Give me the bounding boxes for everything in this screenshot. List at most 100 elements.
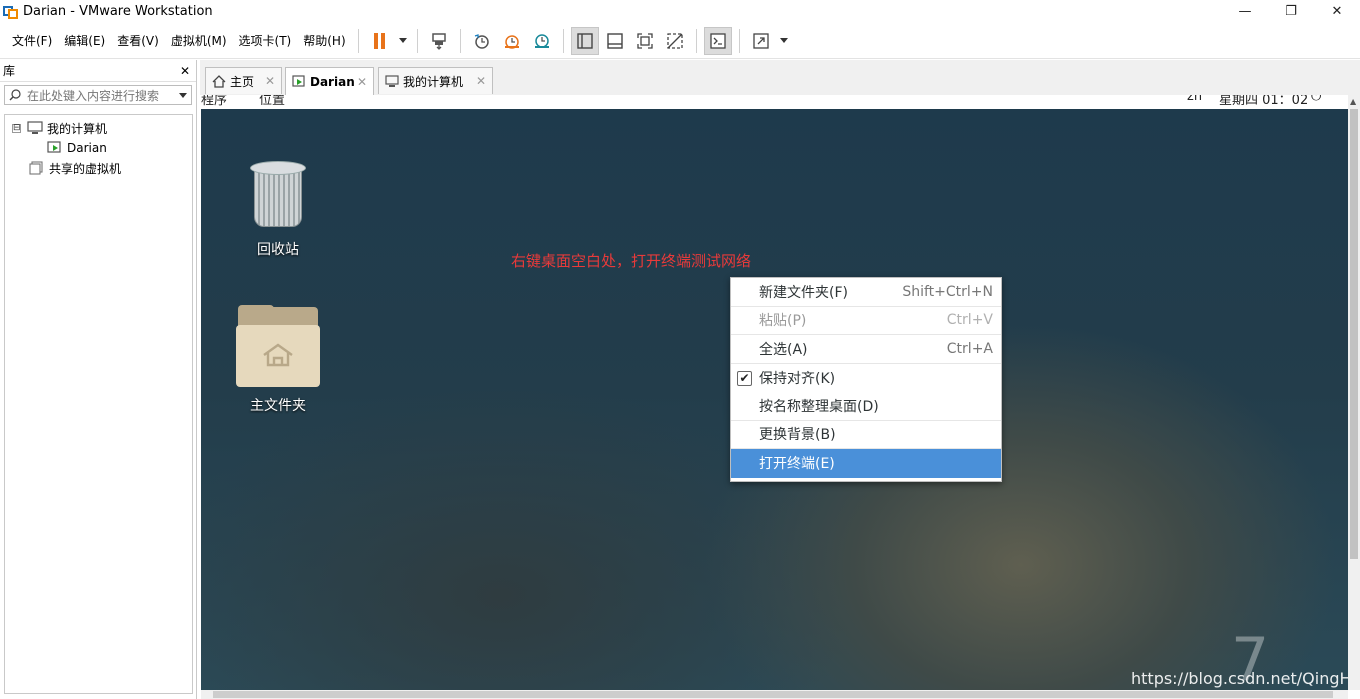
ctx-keep-aligned[interactable]: ✔ 保持对齐(K)	[731, 364, 1001, 393]
running-vm-icon	[47, 141, 61, 153]
computer-icon	[385, 74, 399, 87]
guest-clock[interactable]: 星期四 01：02	[1219, 95, 1308, 108]
tab-darian[interactable]: Darian ✕	[285, 67, 374, 95]
thumbnail-bar-button[interactable]	[601, 27, 629, 55]
menu-help[interactable]: 帮助(H)	[297, 23, 351, 59]
vm-display[interactable]: 程序 位置 zh 星期四 01：02 ⏻ 回收站 主文件夹 右键桌面空白处，打开…	[201, 95, 1348, 690]
desktop-icon-label: 回收站	[257, 242, 299, 258]
home-icon	[212, 74, 226, 88]
toolbar-separator	[738, 28, 740, 53]
tree-item-shared-vms[interactable]: 共享的虚拟机	[5, 158, 192, 178]
guest-apps-menu[interactable]: 程序	[201, 95, 227, 108]
ctx-label: 打开终端(E)	[759, 456, 835, 473]
scrollbar-thumb[interactable]	[1350, 109, 1358, 559]
ctx-organize-by-name[interactable]: 按名称整理桌面(D)	[731, 392, 1001, 421]
tree-label: 共享的虚拟机	[49, 161, 122, 176]
menu-file[interactable]: 文件(F)	[6, 23, 58, 59]
tab-label: 我的计算机	[403, 74, 464, 89]
ctx-label: 新建文件夹(F)	[759, 284, 848, 301]
close-button[interactable]: ✕	[1314, 0, 1360, 23]
toolbar-separator	[459, 28, 461, 53]
tab-close-icon[interactable]: ✕	[265, 74, 275, 88]
ctx-label: 更换背景(B)	[759, 427, 836, 444]
title-bar: Darian - VMware Workstation — ❐ ✕	[0, 0, 1360, 23]
console-icon	[709, 32, 726, 49]
checkbox-checked-icon[interactable]: ✔	[737, 370, 752, 386]
tab-my-computer[interactable]: 我的计算机 ✕	[378, 67, 493, 94]
ctx-open-terminal[interactable]: 打开终端(E)	[731, 449, 1001, 478]
ctx-label: 全选(A)	[759, 341, 808, 358]
search-placeholder: 在此处键入内容进行搜索	[27, 88, 160, 103]
show-library-button[interactable]	[570, 26, 599, 55]
menu-view[interactable]: 查看(V)	[111, 23, 165, 59]
ctx-label: 保持对齐(K)	[759, 370, 836, 387]
minimize-button[interactable]: —	[1222, 0, 1268, 23]
vmware-logo-icon	[3, 4, 19, 20]
ctx-select-all[interactable]: 全选(A) Ctrl+A	[731, 335, 1001, 364]
unity-icon	[666, 32, 683, 49]
collapse-icon[interactable]: ⊟	[12, 123, 21, 133]
chevron-down-icon[interactable]	[179, 92, 187, 98]
toolbar-separator	[562, 28, 564, 53]
menu-edit[interactable]: 编辑(E)	[58, 23, 111, 59]
scrollbar-thumb[interactable]	[213, 691, 1333, 698]
scroll-up-icon[interactable]: ▲	[1350, 97, 1356, 106]
library-panel: 库 ✕ 在此处键入内容进行搜索 ⊟ 我的计算机 Darian 共享的虚拟机	[0, 60, 197, 699]
library-search-input[interactable]: 在此处键入内容进行搜索	[4, 85, 192, 105]
stretch-icon	[752, 32, 769, 49]
tab-close-icon[interactable]: ✕	[357, 75, 367, 89]
ctx-new-folder[interactable]: 新建文件夹(F) Shift+Ctrl+N	[731, 278, 1001, 307]
tab-close-icon[interactable]: ✕	[476, 74, 486, 88]
toolbar-separator	[416, 28, 418, 53]
tree-item-darian[interactable]: Darian	[5, 138, 192, 158]
library-tree: ⊟ 我的计算机 Darian 共享的虚拟机	[4, 114, 193, 694]
console-view-button[interactable]	[703, 26, 732, 55]
tab-home[interactable]: 主页 ✕	[205, 67, 282, 94]
stretch-dropdown-button[interactable]	[777, 27, 791, 55]
ctx-label: 粘贴(P)	[759, 313, 807, 330]
guest-input-method[interactable]: zh	[1187, 95, 1202, 104]
vertical-scrollbar[interactable]: ▲	[1348, 95, 1360, 690]
ctx-paste: 粘贴(P) Ctrl+V	[731, 307, 1001, 335]
full-screen-button[interactable]	[631, 27, 659, 55]
menu-tabs[interactable]: 选项卡(T)	[233, 23, 298, 59]
desktop-icon-label: 主文件夹	[250, 398, 306, 414]
guest-top-bar: 程序 位置 zh 星期四 01：02 ⏻	[201, 95, 1348, 109]
send-ctrl-alt-del-button[interactable]	[425, 27, 453, 55]
search-icon	[9, 89, 21, 101]
shared-vm-icon	[29, 161, 43, 175]
trash-icon	[250, 159, 306, 231]
ctx-change-background[interactable]: 更换背景(B)	[731, 421, 1001, 449]
menu-vm[interactable]: 虚拟机(M)	[165, 23, 233, 59]
pause-button[interactable]	[366, 27, 394, 55]
revert-snapshot-button[interactable]	[498, 27, 526, 55]
stretch-guest-button[interactable]	[747, 27, 775, 55]
home-folder-icon	[236, 305, 320, 387]
restore-button[interactable]: ❐	[1268, 0, 1314, 23]
horizontal-scrollbar[interactable]	[201, 690, 1348, 699]
desktop-icon-home-folder[interactable]: 主文件夹	[235, 305, 321, 415]
tab-label: 主页	[230, 74, 255, 89]
thumbnail-layout-icon	[606, 32, 623, 49]
guest-places-menu[interactable]: 位置	[259, 95, 285, 108]
chevron-down-icon	[779, 38, 788, 43]
ctx-shortcut: Ctrl+V	[946, 312, 993, 329]
snapshot-manager-button[interactable]	[528, 27, 556, 55]
running-vm-icon	[292, 75, 305, 87]
toolbar-separator	[357, 28, 359, 53]
unity-button[interactable]	[661, 27, 689, 55]
snapshot-button[interactable]	[468, 27, 496, 55]
library-layout-icon	[576, 32, 593, 49]
pause-icon	[374, 32, 386, 49]
ctx-label: 按名称整理桌面(D)	[759, 398, 879, 415]
library-close-button[interactable]: ✕	[180, 64, 190, 78]
library-header: 库 ✕	[0, 60, 196, 82]
desktop-icon-trash[interactable]: 回收站	[241, 159, 315, 259]
watermark-text: https://blog.csdn.net/QingHe97	[1131, 669, 1348, 688]
window-title: Darian - VMware Workstation	[23, 4, 213, 19]
tree-label: Darian	[67, 141, 107, 155]
tree-item-my-computer[interactable]: ⊟ 我的计算机	[5, 118, 192, 138]
power-icon[interactable]: ⏻	[1311, 95, 1321, 104]
power-dropdown-button[interactable]	[396, 27, 410, 55]
send-keys-icon	[431, 32, 446, 50]
